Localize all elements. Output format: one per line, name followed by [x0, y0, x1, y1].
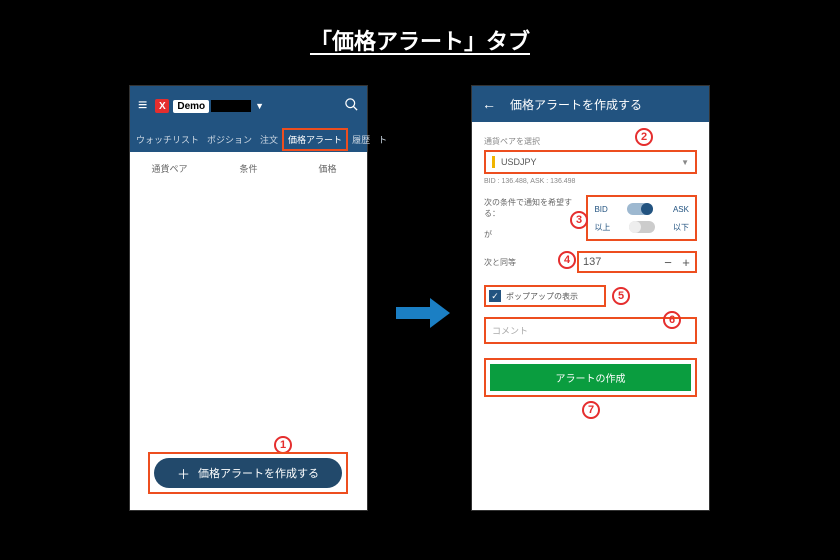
- col-price: 価格: [288, 162, 367, 175]
- annotation-2: 2: [635, 128, 653, 146]
- annotation-4: 4: [558, 251, 576, 269]
- app-header: ≡ X Demo ▼: [130, 86, 367, 126]
- popup-checkbox-row[interactable]: ✓ ポップアップの表示: [484, 285, 606, 307]
- value-stepper: 137 − +: [577, 251, 697, 273]
- form-header: ← 価格アラートを作成する: [472, 86, 709, 122]
- annotation-5: 5: [612, 287, 630, 305]
- tab-order[interactable]: 注文: [256, 133, 282, 146]
- ask-label: ASK: [673, 205, 689, 214]
- create-alert-label: 価格アラートを作成する: [198, 465, 319, 481]
- demo-badge: Demo: [173, 100, 209, 113]
- plus-button[interactable]: +: [677, 255, 695, 270]
- bid-ask-text: BID : 136.488, ASK : 136.498: [484, 178, 697, 185]
- phone-left: ≡ X Demo ▼ ウォッチリスト ポジション 注文 価格アラート 履歴 ト …: [130, 86, 367, 510]
- back-icon[interactable]: ←: [482, 96, 496, 112]
- minus-button[interactable]: −: [659, 255, 677, 270]
- account-redacted: [211, 100, 251, 112]
- checkbox-checked-icon: ✓: [489, 290, 501, 302]
- account-dropdown-icon[interactable]: ▼: [255, 101, 264, 111]
- create-alert-button[interactable]: ＋ 価格アラートを作成する: [154, 458, 342, 488]
- bid-label: BID: [594, 205, 607, 214]
- ga-label: が: [484, 229, 586, 240]
- submit-highlight: アラートの作成: [484, 358, 697, 397]
- col-pair: 通貨ペア: [130, 162, 209, 175]
- plus-icon: ＋: [177, 464, 190, 483]
- pair-select[interactable]: USDJPY ▼: [484, 150, 697, 174]
- form-title: 価格アラートを作成する: [510, 96, 642, 113]
- annotation-3: 3: [570, 211, 588, 229]
- pair-value: USDJPY: [501, 157, 537, 167]
- pair-label: 通貨ペアを選択: [484, 136, 697, 147]
- tab-bar: ウォッチリスト ポジション 注文 価格アラート 履歴 ト: [130, 126, 367, 152]
- pair-flag-icon: [492, 156, 495, 168]
- search-icon[interactable]: [344, 97, 359, 116]
- tab-price-alert[interactable]: 価格アラート: [282, 128, 348, 151]
- tab-position[interactable]: ポジション: [203, 133, 256, 146]
- annotation-6: 6: [663, 311, 681, 329]
- bid-ask-toggle[interactable]: [627, 203, 653, 215]
- tab-watchlist[interactable]: ウォッチリスト: [132, 133, 203, 146]
- list-header: 通貨ペア 条件 価格: [130, 152, 367, 185]
- submit-button[interactable]: アラートの作成: [490, 364, 691, 391]
- value-input[interactable]: 137: [579, 253, 659, 271]
- ijou-label: 以上: [594, 222, 610, 233]
- chevron-down-icon: ▼: [681, 158, 689, 167]
- popup-label: ポップアップの表示: [506, 291, 578, 302]
- toggle-group: BID ASK 以上 以下: [586, 195, 697, 241]
- form-body: 通貨ペアを選択 2 USDJPY ▼ BID : 136.488, ASK : …: [472, 122, 709, 425]
- above-below-toggle[interactable]: [629, 221, 655, 233]
- phone-right: ← 価格アラートを作成する 通貨ペアを選択 2 USDJPY ▼ BID : 1…: [472, 86, 709, 510]
- page-title: 「価格アラート」タブ: [0, 0, 840, 56]
- arrow-right-icon: [396, 298, 450, 328]
- col-condition: 条件: [209, 162, 288, 175]
- ika-label: 以下: [673, 222, 689, 233]
- tab-overflow[interactable]: ト: [374, 133, 391, 146]
- brand-logo: X: [155, 99, 169, 113]
- create-alert-highlight: ＋ 価格アラートを作成する: [148, 452, 348, 494]
- tab-history[interactable]: 履歴: [348, 133, 374, 146]
- menu-icon[interactable]: ≡: [138, 97, 147, 115]
- annotation-7: 7: [582, 401, 600, 419]
